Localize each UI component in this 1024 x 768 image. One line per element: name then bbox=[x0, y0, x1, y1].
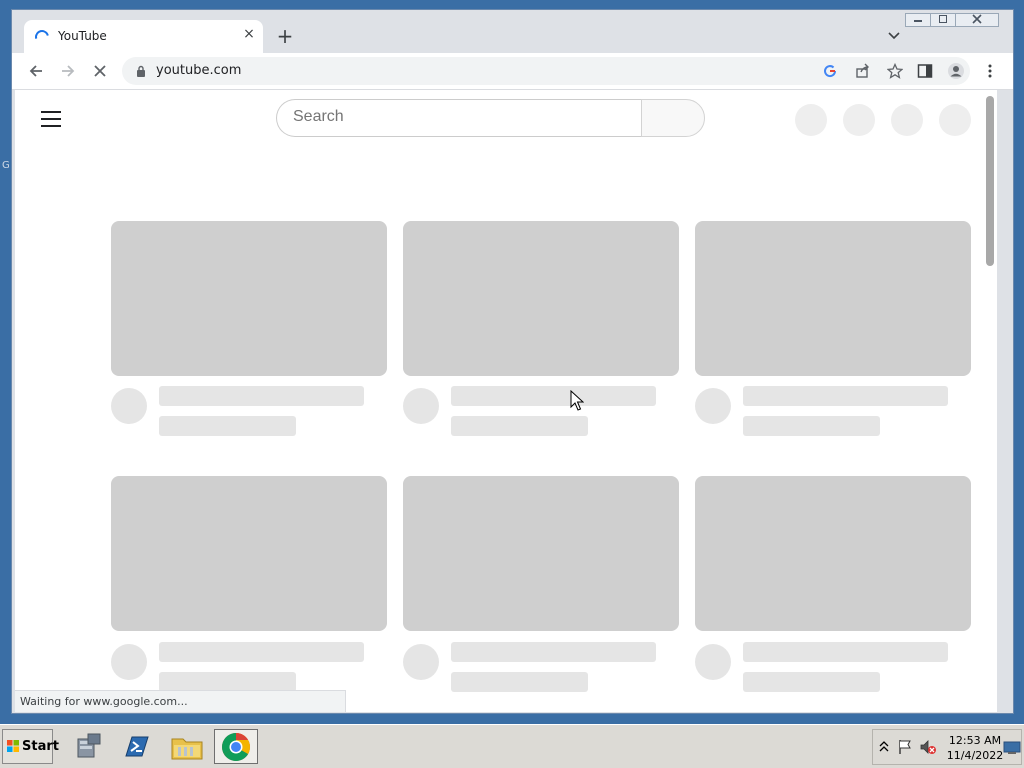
tab-strip: YouTube × + bbox=[12, 10, 1013, 53]
video-thumbnail-placeholder[interactable] bbox=[695, 476, 971, 631]
start-button[interactable]: Start bbox=[2, 729, 59, 764]
action-center-flag-icon[interactable] bbox=[897, 739, 913, 755]
video-meta-placeholder bbox=[451, 672, 588, 692]
file-explorer-taskbar-button[interactable] bbox=[165, 729, 209, 764]
system-tray: 12:53 AM 11/4/2022 bbox=[872, 729, 1022, 765]
speaker-muted-icon[interactable] bbox=[919, 739, 937, 755]
clock-time: 12:53 AM bbox=[948, 734, 1002, 747]
forward-arrow-icon[interactable] bbox=[59, 62, 77, 80]
video-meta-placeholder bbox=[743, 672, 880, 692]
header-placeholder-circle bbox=[939, 104, 971, 136]
youtube-page: Search Waiting for www.google.com... bbox=[15, 90, 997, 712]
video-title-placeholder bbox=[159, 386, 364, 406]
header-placeholder-circle bbox=[843, 104, 875, 136]
video-meta-placeholder bbox=[159, 416, 296, 436]
video-title-placeholder bbox=[743, 386, 948, 406]
restore-button[interactable] bbox=[930, 13, 956, 27]
menu-kebab-icon[interactable] bbox=[982, 63, 998, 79]
channel-avatar-placeholder bbox=[695, 644, 731, 680]
video-meta-placeholder bbox=[743, 416, 880, 436]
loading-spinner-icon bbox=[32, 27, 52, 47]
video-thumbnail-placeholder[interactable] bbox=[403, 221, 679, 376]
header-placeholder-circle bbox=[795, 104, 827, 136]
channel-avatar-placeholder bbox=[403, 388, 439, 424]
video-title-placeholder bbox=[451, 642, 656, 662]
new-tab-button[interactable]: + bbox=[274, 26, 296, 48]
powershell-taskbar-button[interactable] bbox=[115, 729, 159, 764]
powershell-icon bbox=[125, 736, 149, 757]
video-thumbnail-placeholder[interactable] bbox=[403, 476, 679, 631]
desktop-label-fragment: G bbox=[2, 160, 10, 171]
profile-avatar-icon[interactable] bbox=[948, 63, 964, 79]
share-icon[interactable] bbox=[855, 63, 871, 79]
video-meta-placeholder bbox=[451, 416, 588, 436]
browser-window: YouTube × + youtube.com Search Waiting f… bbox=[11, 9, 1014, 714]
back-arrow-icon[interactable] bbox=[27, 62, 45, 80]
window-controls bbox=[905, 13, 999, 27]
header-placeholder-circle bbox=[891, 104, 923, 136]
address-bar[interactable]: youtube.com bbox=[122, 57, 970, 85]
bookmark-star-icon[interactable] bbox=[887, 63, 903, 79]
start-label: Start bbox=[22, 739, 59, 754]
chevron-down-icon[interactable] bbox=[887, 29, 901, 43]
tab-title: YouTube bbox=[58, 29, 107, 43]
chrome-icon bbox=[222, 733, 250, 761]
search-button[interactable] bbox=[641, 99, 705, 137]
video-title-placeholder bbox=[743, 642, 948, 662]
tab-youtube[interactable]: YouTube × bbox=[24, 20, 263, 53]
video-thumbnail-placeholder[interactable] bbox=[111, 476, 387, 631]
video-thumbnail-placeholder[interactable] bbox=[111, 221, 387, 376]
video-meta-placeholder bbox=[159, 672, 296, 692]
show-hidden-icons-icon[interactable] bbox=[879, 741, 889, 753]
page-scrollbar[interactable] bbox=[986, 96, 994, 266]
search-input[interactable]: Search bbox=[276, 99, 643, 137]
url-text: youtube.com bbox=[156, 63, 242, 78]
video-title-placeholder bbox=[451, 386, 656, 406]
minimize-button[interactable] bbox=[905, 13, 931, 27]
hamburger-menu-icon[interactable] bbox=[41, 111, 61, 127]
tab-close-icon[interactable]: × bbox=[241, 26, 257, 42]
show-desktop-icon[interactable] bbox=[1003, 741, 1021, 755]
channel-avatar-placeholder bbox=[111, 644, 147, 680]
taskbar: Start 12:53 AM 11/4/2022 bbox=[0, 724, 1024, 768]
mouse-cursor-icon bbox=[570, 390, 584, 411]
channel-avatar-placeholder bbox=[403, 644, 439, 680]
close-window-button[interactable] bbox=[955, 13, 999, 27]
stop-loading-icon[interactable] bbox=[91, 62, 109, 80]
video-thumbnail-placeholder[interactable] bbox=[695, 221, 971, 376]
channel-avatar-placeholder bbox=[695, 388, 731, 424]
side-panel-icon[interactable] bbox=[917, 63, 933, 79]
google-lens-icon[interactable] bbox=[822, 63, 838, 79]
windows-logo-icon bbox=[7, 740, 19, 752]
channel-avatar-placeholder bbox=[111, 388, 147, 424]
clock[interactable]: 12:53 AM 11/4/2022 bbox=[943, 733, 1007, 763]
video-title-placeholder bbox=[159, 642, 364, 662]
lock-icon[interactable] bbox=[136, 65, 146, 77]
server-manager-taskbar-button[interactable] bbox=[66, 729, 110, 764]
clock-date: 11/4/2022 bbox=[946, 749, 1004, 762]
folder-icon bbox=[171, 738, 203, 760]
browser-toolbar: youtube.com bbox=[12, 53, 1013, 90]
chrome-taskbar-button[interactable] bbox=[214, 729, 258, 764]
status-bubble: Waiting for www.google.com... bbox=[15, 690, 346, 712]
server-manager-icon bbox=[77, 733, 101, 758]
